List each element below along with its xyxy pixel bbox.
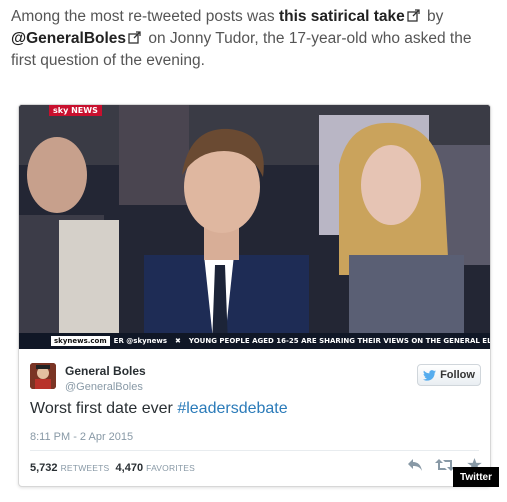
tweet-body: General Boles @GeneralBoles Follow Worst… [19,349,490,486]
generalboles-link[interactable]: @GeneralBoles [11,30,126,47]
ticker-separator: ✖ [175,337,181,345]
favorites-count[interactable]: 4,470 [116,462,144,474]
tweet-timestamp[interactable]: 8:11 PM - 2 Apr 2015 [30,431,133,443]
tweet-photo[interactable]: sky NEWS skynews.com ER @skynews ✖ YOUNG… [19,105,490,349]
avatar[interactable] [30,363,56,389]
author-handle[interactable]: @GeneralBoles [65,381,143,393]
twitter-bird-icon [423,369,437,381]
twitter-source-badge: Twitter [453,467,499,487]
retweets-label: RETWEETS [60,463,110,473]
tweet-text: Worst first date ever #leadersdebate [30,400,288,418]
divider [30,450,479,451]
retweets-count[interactable]: 5,732 [30,462,58,474]
follow-button[interactable]: Follow [417,364,481,386]
reply-icon[interactable] [407,458,423,477]
embedded-tweet-card: sky NEWS skynews.com ER @skynews ✖ YOUNG… [18,104,491,487]
ticker-headline: YOUNG PEOPLE AGED 16-25 ARE SHARING THEI… [188,337,490,345]
sky-news-logo: sky NEWS [49,105,102,116]
retweet-icon[interactable] [435,458,455,477]
favorites-label: FAVORITES [146,463,196,473]
tweet-stats: 5,732 RETWEETS 4,470 FAVORITES [30,462,195,474]
news-ticker: skynews.com ER @skynews ✖ YOUNG PEOPLE A… [19,333,490,349]
external-link-icon[interactable] [407,9,421,22]
external-link-icon[interactable] [128,31,142,44]
follow-label: Follow [440,369,475,381]
author-name[interactable]: General Boles [65,364,146,378]
ticker-site: skynews.com [51,336,110,346]
avatar-image [30,363,56,389]
intro-paragraph: Among the most re-tweeted posts was this… [11,6,499,72]
hashtag-link[interactable]: #leadersdebate [177,400,287,417]
intro-text-2: by [422,8,444,25]
intro-text-1: Among the most re-tweeted posts was [11,8,279,25]
tweet-text-body: Worst first date ever [30,400,178,417]
satirical-take-link[interactable]: this satirical take [279,8,405,25]
ticker-handle: ER @skynews [113,337,168,345]
photo-illustration [19,105,490,349]
